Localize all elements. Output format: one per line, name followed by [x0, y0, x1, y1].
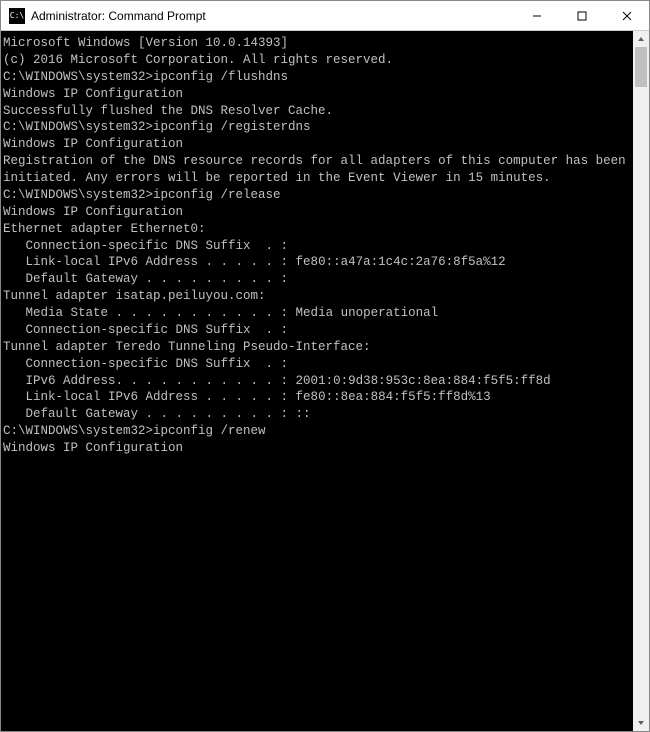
terminal-output[interactable]: Microsoft Windows [Version 10.0.14393](c…: [1, 31, 633, 731]
terminal-line: Connection-specific DNS Suffix . :: [3, 322, 631, 339]
titlebar[interactable]: C:\ Administrator: Command Prompt: [1, 1, 649, 31]
scroll-track[interactable]: [633, 47, 649, 715]
cmd-icon: C:\: [9, 8, 25, 24]
terminal-line: Tunnel adapter isatap.peiluyou.com:: [3, 288, 631, 305]
terminal-line: C:\WINDOWS\system32>ipconfig /registerdn…: [3, 119, 631, 136]
terminal-line: Connection-specific DNS Suffix . :: [3, 238, 631, 255]
terminal-line: Link-local IPv6 Address . . . . . : fe80…: [3, 389, 631, 406]
terminal-line: (c) 2016 Microsoft Corporation. All righ…: [3, 52, 631, 69]
terminal-line: C:\WINDOWS\system32>ipconfig /release: [3, 187, 631, 204]
terminal-line: Default Gateway . . . . . . . . . : ::: [3, 406, 631, 423]
terminal-line: C:\WINDOWS\system32>ipconfig /flushdns: [3, 69, 631, 86]
terminal-line: Windows IP Configuration: [3, 204, 631, 221]
terminal-line: Connection-specific DNS Suffix . :: [3, 356, 631, 373]
close-button[interactable]: [604, 1, 649, 30]
terminal-line: Windows IP Configuration: [3, 440, 631, 457]
terminal-area: Microsoft Windows [Version 10.0.14393](c…: [1, 31, 649, 731]
window-title: Administrator: Command Prompt: [31, 9, 514, 23]
scroll-thumb[interactable]: [635, 47, 647, 87]
terminal-line: Microsoft Windows [Version 10.0.14393]: [3, 35, 631, 52]
scroll-down-button[interactable]: [633, 715, 649, 731]
window-controls: [514, 1, 649, 30]
terminal-line: Windows IP Configuration: [3, 136, 631, 153]
minimize-button[interactable]: [514, 1, 559, 30]
terminal-line: Tunnel adapter Teredo Tunneling Pseudo-I…: [3, 339, 631, 356]
terminal-line: Windows IP Configuration: [3, 86, 631, 103]
terminal-line: C:\WINDOWS\system32>ipconfig /renew: [3, 423, 631, 440]
terminal-line: Registration of the DNS resource records…: [3, 153, 631, 187]
maximize-button[interactable]: [559, 1, 604, 30]
terminal-line: Media State . . . . . . . . . . . : Medi…: [3, 305, 631, 322]
command-prompt-window: C:\ Administrator: Command Prompt Micros…: [0, 0, 650, 732]
terminal-line: Link-local IPv6 Address . . . . . : fe80…: [3, 254, 631, 271]
terminal-line: IPv6 Address. . . . . . . . . . . : 2001…: [3, 373, 631, 390]
scrollbar[interactable]: [633, 31, 649, 731]
terminal-line: Default Gateway . . . . . . . . . :: [3, 271, 631, 288]
terminal-line: Ethernet adapter Ethernet0:: [3, 221, 631, 238]
terminal-line: Successfully flushed the DNS Resolver Ca…: [3, 103, 631, 120]
scroll-up-button[interactable]: [633, 31, 649, 47]
